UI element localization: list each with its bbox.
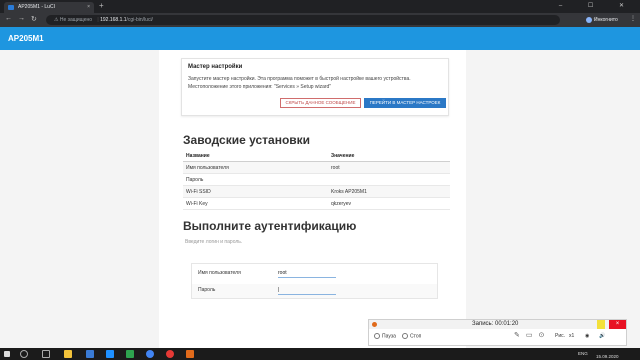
username-input[interactable]: root	[278, 269, 336, 278]
wizard-text-2: Местоположение этого приложения: "Servic…	[188, 84, 332, 90]
stop-label: Стоп	[410, 333, 422, 340]
audio-icon[interactable]: 🔊	[599, 333, 605, 339]
incognito-profile[interactable]: Инкогнито	[586, 15, 618, 25]
luci-header: AP205M1	[0, 27, 640, 50]
search-icon[interactable]	[20, 350, 28, 358]
recording-time: Запись: 00:01:20	[472, 321, 519, 327]
windows-taskbar: ENG 15.09.2020	[0, 348, 640, 360]
pause-button[interactable]: Пауза	[374, 333, 396, 339]
window-controls[interactable]: – ☐ ✕	[559, 0, 636, 12]
browser-toolbar: ← → ↻ ⚠ Не защищено | 192.168.1.1/cgi-bi…	[0, 13, 640, 27]
browser-tab-strip: AP205M1 - LuCI × + – ☐ ✕	[0, 0, 640, 13]
password-label: Пароль	[198, 287, 216, 293]
cell-name: Wi-Fi Key	[186, 201, 208, 207]
cell-value: root	[331, 165, 340, 171]
draw-tools[interactable]: ✎▭⊙	[514, 331, 550, 339]
pause-label: Пауза	[382, 333, 396, 340]
browser-tab[interactable]: AP205M1 - LuCI ×	[4, 2, 94, 13]
pause-icon	[374, 333, 380, 339]
table-row: Wi-Fi SSID Kroks AP205M1	[183, 186, 450, 198]
open-wizard-button[interactable]: ПЕРЕЙТИ В МАСТЕР НАСТРОЕК	[364, 98, 446, 108]
factory-table: Название Значение Имя пользователя root П…	[183, 150, 450, 210]
favicon-icon	[8, 5, 14, 10]
auth-heading: Выполните аутентификацию	[183, 219, 357, 233]
recorder-close-button[interactable]: ×	[609, 320, 626, 329]
auth-hint: Введите логин и пароль.	[185, 239, 243, 245]
opera-icon[interactable]	[166, 350, 174, 358]
task-view-icon[interactable]	[42, 350, 50, 358]
webcam-icon[interactable]: ◉	[585, 333, 589, 339]
insecure-label: Не защищено	[59, 17, 93, 23]
wizard-text-1: Запустите мастер настройки. Эта программ…	[188, 76, 411, 82]
url-host: 192.168.1.1	[100, 17, 127, 23]
highlight-icon[interactable]	[597, 320, 605, 329]
cell-value: Kroks AP205M1	[331, 189, 367, 195]
hide-message-button[interactable]: СКРЫТЬ ДАННОЕ СООБЩЕНИЕ	[280, 98, 361, 108]
brand-title[interactable]: AP205M1	[8, 34, 44, 43]
column-name: Название	[186, 153, 210, 159]
stop-icon	[402, 333, 408, 339]
username-label: Имя пользователя	[198, 270, 241, 276]
app-icon[interactable]	[106, 350, 114, 358]
taskbar-date[interactable]: 15.09.2020	[596, 354, 619, 359]
password-input[interactable]: |	[278, 286, 336, 295]
table-row: Пароль	[183, 174, 450, 186]
address-bar[interactable]: ⚠ Не защищено | 192.168.1.1/cgi-bin/luci…	[46, 15, 598, 25]
table-row: Имя пользователя root	[183, 162, 450, 174]
table-header: Название Значение	[183, 150, 450, 162]
new-tab-button[interactable]: +	[99, 1, 104, 10]
recorder-titlebar: Запись: 00:01:20 ×	[369, 320, 626, 329]
table-row: Wi-Fi Key qkzeryev	[183, 198, 450, 210]
stop-button[interactable]: Стоп	[402, 333, 421, 339]
incognito-icon	[586, 16, 592, 23]
mail-icon[interactable]	[86, 350, 94, 358]
username-row: Имя пользователя root	[192, 267, 437, 281]
language-indicator[interactable]: ENG	[578, 351, 588, 356]
screen-recorder-panel: Запись: 00:01:20 × Пауза Стоп ✎▭⊙ Рис. x…	[368, 319, 627, 346]
recorder-app-icon[interactable]	[186, 350, 194, 358]
warning-icon: ⚠	[54, 17, 59, 23]
cell-name: Пароль	[186, 177, 204, 183]
explorer-icon[interactable]	[64, 350, 72, 358]
profile-label: Инкогнито	[594, 17, 618, 23]
start-icon[interactable]	[4, 351, 10, 357]
forward-icon[interactable]: →	[18, 15, 25, 22]
column-value: Значение	[331, 153, 355, 159]
back-icon[interactable]: ←	[5, 15, 12, 22]
cell-name: Wi-Fi SSID	[186, 189, 211, 195]
app-icon[interactable]	[126, 350, 134, 358]
password-row: Пароль |	[192, 284, 437, 298]
tab-title: AP205M1 - LuCI	[18, 4, 55, 10]
cell-value: qkzeryev	[331, 201, 352, 207]
reload-icon[interactable]: ↻	[31, 15, 37, 23]
zoom-level[interactable]: x1	[569, 333, 574, 339]
draw-label[interactable]: Рис.	[555, 333, 565, 339]
wizard-notice: Мастер настройки Запустите мастер настро…	[181, 58, 449, 116]
factory-heading: Заводские установки	[183, 133, 311, 147]
chrome-icon[interactable]	[146, 350, 154, 358]
close-tab-icon[interactable]: ×	[87, 2, 90, 13]
wizard-title: Мастер настройки	[188, 64, 243, 70]
cell-name: Имя пользователя	[186, 165, 229, 171]
record-icon	[372, 322, 377, 327]
menu-icon[interactable]: ⋮	[630, 15, 636, 22]
login-form: Имя пользователя root Пароль |	[191, 263, 438, 299]
url-path: /cgi-bin/luci/	[126, 17, 153, 23]
